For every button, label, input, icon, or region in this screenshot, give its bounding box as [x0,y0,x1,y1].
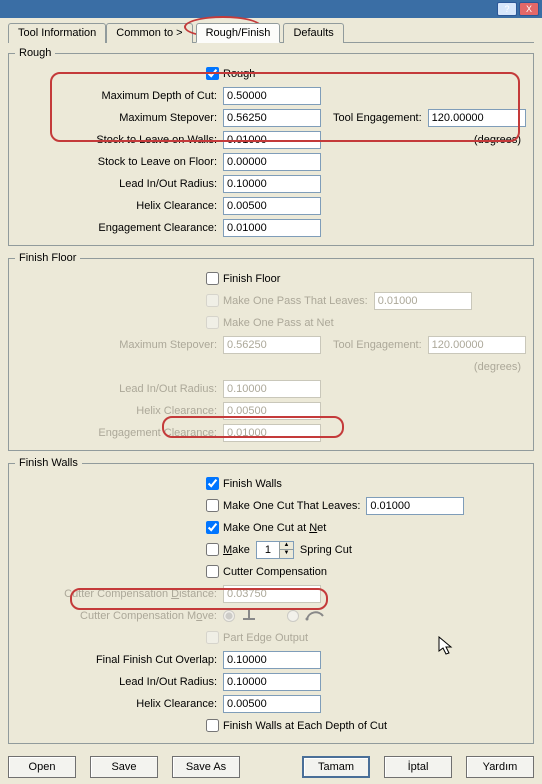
ff-one-pass-leaves-label: Make One Pass That Leaves: [223,295,368,307]
stock-walls-label: Stock to Leave on Walls: [15,134,223,146]
fw-each-depth-checkbox[interactable] [206,719,219,732]
ff-max-stepover-label: Maximum Stepover: [15,339,223,351]
fw-one-cut-leaves-label: Make One Cut That Leaves: [223,500,360,512]
fw-make-count-spinner[interactable]: ▲ ▼ [256,541,294,559]
fw-spring-cut-label: Spring Cut [300,544,352,556]
fw-one-cut-net-checkbox[interactable] [206,521,219,534]
fw-part-edge-checkbox [206,631,219,644]
max-depth-label: Maximum Depth of Cut: [15,90,223,102]
ff-helix-label: Helix Clearance: [15,405,223,417]
fw-make-checkbox[interactable] [206,543,219,556]
fw-one-cut-leaves-input[interactable] [366,497,464,515]
tab-common-to[interactable]: Common to > [106,23,192,43]
cancel-button[interactable]: İptal [384,756,452,778]
fw-overlap-label: Final Finish Cut Overlap: [15,654,223,666]
rough-engagement-clr-label: Engagement Clearance: [15,222,223,234]
fw-lead-radius-input[interactable] [223,673,321,691]
fw-cutter-comp-checkbox[interactable] [206,565,219,578]
save-as-button[interactable]: Save As [172,756,240,778]
rough-enable-checkbox[interactable] [206,67,219,80]
finish-floor-group: Finish Floor Finish Floor Make One Pass … [8,252,534,451]
finish-walls-enable-checkbox[interactable] [206,477,219,490]
spin-down-icon[interactable]: ▼ [279,550,293,558]
ff-degrees-label: (degrees) [474,361,521,373]
ff-lead-radius-label: Lead In/Out Radius: [15,383,223,395]
degrees-label: (degrees) [474,134,521,146]
ff-one-pass-leaves-checkbox [206,294,219,307]
tool-engagement-label: Tool Engagement: [333,112,422,124]
fw-make-label: Make [223,544,250,556]
max-depth-input[interactable] [223,87,321,105]
ff-one-pass-net-label: Make One Pass at Net [223,317,334,329]
ff-max-stepover-input [223,336,321,354]
tabstrip: Tool Information Common to > Rough/Finis… [8,22,534,43]
fw-overlap-input[interactable] [223,651,321,669]
finish-walls-enable-label: Finish Walls [223,478,282,490]
fw-make-count-input[interactable] [257,542,279,558]
ff-lead-radius-input [223,380,321,398]
fw-ccd-label: Cutter Compensation Distance: [15,588,223,600]
ff-helix-input [223,402,321,420]
rough-helix-input[interactable] [223,197,321,215]
close-titlebar-button[interactable]: X [519,2,539,16]
fw-helix-label: Helix Clearance: [15,698,223,710]
fw-ccm-label: Cutter Compensation Move: [15,610,223,622]
tab-tool-information[interactable]: Tool Information [8,23,106,43]
fw-ccm-arc-radio [287,610,299,622]
titlebar: ? X [0,0,542,18]
ff-one-pass-leaves-input [374,292,472,310]
help-button[interactable]: Yardım [466,756,534,778]
ok-button[interactable]: Tamam [302,756,370,778]
ff-tool-engagement-label: Tool Engagement: [333,339,422,351]
fw-helix-input[interactable] [223,695,321,713]
rough-engagement-clr-input[interactable] [223,219,321,237]
finish-walls-group: Finish Walls Finish Walls Make One Cut T… [8,457,534,744]
ff-engagement-clr-label: Engagement Clearance: [15,427,223,439]
save-button[interactable]: Save [90,756,158,778]
ff-one-pass-net-checkbox [206,316,219,329]
fw-lead-radius-label: Lead In/Out Radius: [15,676,223,688]
rough-legend: Rough [15,47,55,59]
fw-part-edge-label: Part Edge Output [223,632,308,644]
fw-ccm-perp-radio [223,610,235,622]
spin-up-icon[interactable]: ▲ [279,542,293,550]
fw-each-depth-label: Finish Walls at Each Depth of Cut [223,720,387,732]
help-titlebar-button[interactable]: ? [497,2,517,16]
fw-one-cut-leaves-checkbox[interactable] [206,499,219,512]
rough-lead-radius-label: Lead In/Out Radius: [15,178,223,190]
fw-one-cut-net-label: Make One Cut at Net [223,522,326,534]
max-stepover-input[interactable] [223,109,321,127]
ff-engagement-clr-input [223,424,321,442]
rough-group: Rough Rough Maximum Depth of Cut: Maximu… [8,47,534,246]
stock-walls-input[interactable] [223,131,321,149]
max-stepover-label: Maximum Stepover: [15,112,223,124]
perpendicular-icon [241,606,257,625]
finish-floor-enable-checkbox[interactable] [206,272,219,285]
fw-cutter-comp-label: Cutter Compensation [223,566,327,578]
finish-walls-legend: Finish Walls [15,457,82,469]
fw-ccd-input [223,585,321,603]
arc-icon [305,606,325,625]
stock-floor-input[interactable] [223,153,321,171]
finish-floor-enable-label: Finish Floor [223,273,280,285]
tool-engagement-input[interactable] [428,109,526,127]
rough-lead-radius-input[interactable] [223,175,321,193]
tab-rough-finish[interactable]: Rough/Finish [196,23,281,43]
ff-tool-engagement-input [428,336,526,354]
tab-defaults[interactable]: Defaults [283,23,343,43]
button-bar: Open Save Save As Tamam İptal Yardım [8,750,534,778]
finish-floor-legend: Finish Floor [15,252,80,264]
stock-floor-label: Stock to Leave on Floor: [15,156,223,168]
open-button[interactable]: Open [8,756,76,778]
rough-helix-label: Helix Clearance: [15,200,223,212]
rough-enable-label: Rough [223,68,255,80]
